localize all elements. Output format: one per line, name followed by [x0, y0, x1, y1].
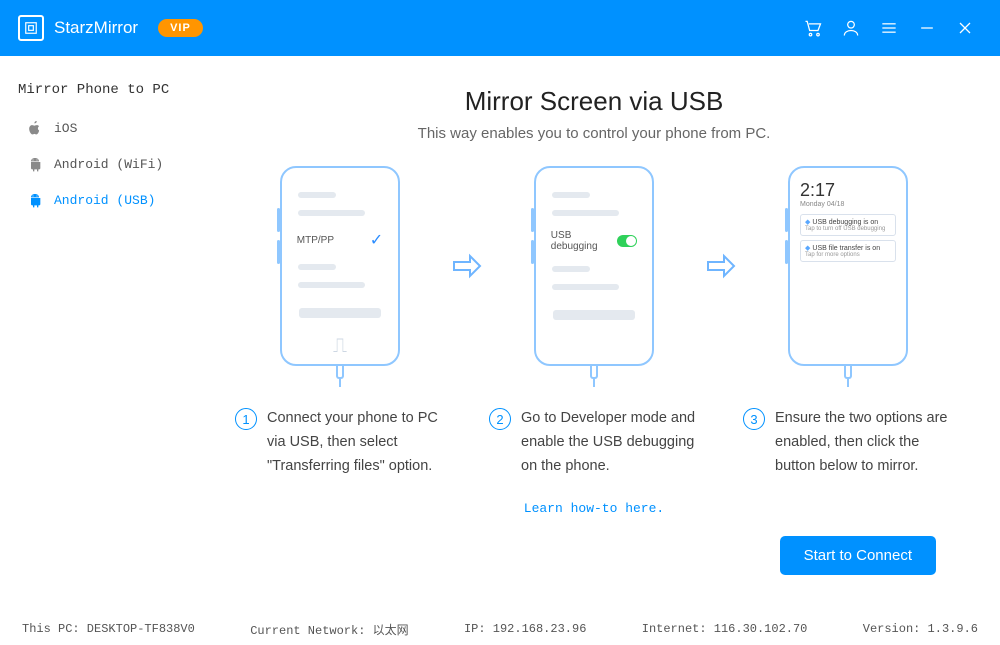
phone3-notif-1: ◆USB debugging is on Tap to turn off USB…	[800, 214, 896, 236]
main-panel: Mirror Screen via USB This way enables y…	[188, 56, 1000, 613]
step-desc: Ensure the two options are enabled, then…	[775, 407, 953, 479]
step-number: 1	[235, 408, 257, 430]
phone2-label: USB debugging	[551, 230, 617, 252]
step-3: 2:17 Monday 04/18 ◆USB debugging is on T…	[743, 166, 953, 479]
plug-icon	[336, 365, 344, 379]
usb-icon: ⎍	[333, 335, 347, 358]
cart-icon[interactable]	[796, 11, 830, 45]
android-icon	[26, 155, 44, 173]
status-network: Current Network: 以太网	[250, 621, 408, 638]
learn-link[interactable]: Learn how-to here.	[218, 501, 970, 516]
status-internet: Internet: 116.30.102.70	[642, 622, 808, 636]
close-icon[interactable]	[948, 11, 982, 45]
sidebar-item-label: iOS	[54, 121, 77, 136]
page-title: Mirror Screen via USB	[218, 86, 970, 117]
step-1: MTP/PP ✓ ⎍ 1 Connect your phone to PC via…	[235, 166, 445, 479]
app-logo-icon	[18, 15, 44, 41]
arrow-icon	[703, 166, 739, 366]
vip-badge[interactable]: VIP	[158, 19, 203, 37]
sidebar-item-label: Android (USB)	[54, 193, 155, 208]
step-number: 2	[489, 408, 511, 430]
plug-icon	[590, 365, 598, 379]
app-brand: StarzMirror	[54, 18, 138, 38]
phone-illustration-1: MTP/PP ✓ ⎍	[280, 166, 400, 366]
step-number: 3	[743, 408, 765, 430]
step-desc: Connect your phone to PC via USB, then s…	[267, 407, 445, 479]
android-icon	[26, 191, 44, 209]
page-subtitle: This way enables you to control your pho…	[218, 125, 970, 142]
start-connect-button[interactable]: Start to Connect	[780, 536, 936, 575]
menu-icon[interactable]	[872, 11, 906, 45]
user-icon[interactable]	[834, 11, 868, 45]
phone1-label: MTP/PP	[297, 235, 334, 246]
sidebar-item-ios[interactable]: iOS	[0, 110, 188, 146]
sidebar-title: Mirror Phone to PC	[0, 74, 188, 110]
apple-icon	[26, 119, 44, 137]
sidebar: Mirror Phone to PC iOS Android (WiFi) An…	[0, 56, 188, 613]
steps-row: MTP/PP ✓ ⎍ 1 Connect your phone to PC via…	[218, 166, 970, 479]
minimize-icon[interactable]	[910, 11, 944, 45]
status-pc: This PC: DESKTOP-TF838V0	[22, 622, 195, 636]
step-2: USB debugging 2 Go to Developer mode and…	[489, 166, 699, 479]
statusbar: This PC: DESKTOP-TF838V0 Current Network…	[0, 613, 1000, 645]
status-version: Version: 1.3.9.6	[863, 622, 978, 636]
titlebar: StarzMirror VIP	[0, 0, 1000, 56]
phone3-time: 2:17	[800, 180, 896, 201]
phone-illustration-2: USB debugging	[534, 166, 654, 366]
sidebar-item-android-wifi[interactable]: Android (WiFi)	[0, 146, 188, 182]
step-desc: Go to Developer mode and enable the USB …	[521, 407, 699, 479]
toggle-on-icon	[617, 235, 638, 247]
sidebar-item-android-usb[interactable]: Android (USB)	[0, 182, 188, 218]
checkmark-icon: ✓	[370, 230, 383, 250]
arrow-icon	[449, 166, 485, 366]
plug-icon	[844, 365, 852, 379]
phone3-date: Monday 04/18	[800, 201, 896, 208]
phone-illustration-3: 2:17 Monday 04/18 ◆USB debugging is on T…	[788, 166, 908, 366]
sidebar-item-label: Android (WiFi)	[54, 157, 163, 172]
status-ip: IP: 192.168.23.96	[464, 622, 586, 636]
phone3-notif-2: ◆USB file transfer is on Tap for more op…	[800, 240, 896, 262]
